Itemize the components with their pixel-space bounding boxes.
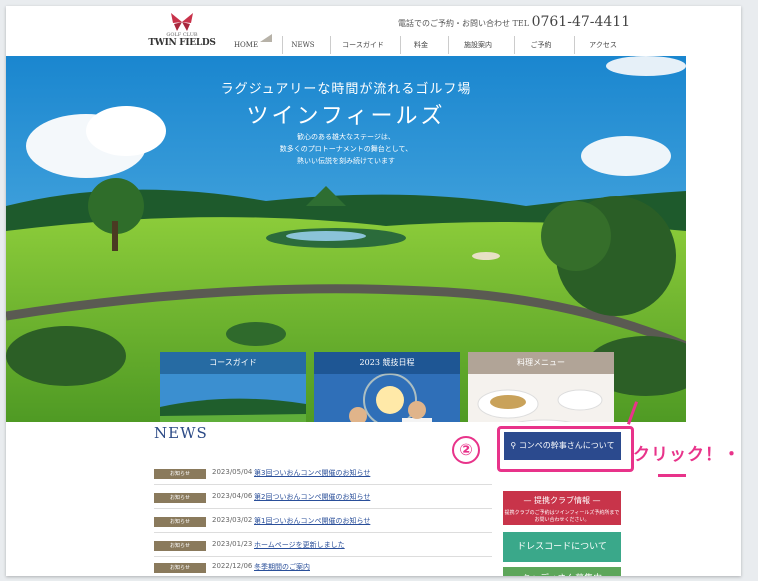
nav-course-guide[interactable]: コースガイド — [330, 36, 395, 54]
news-heading: NEWS — [154, 424, 208, 442]
news-date: 2023/05/04 — [212, 468, 253, 476]
nav-news[interactable]: NEWS — [282, 36, 323, 54]
annotation-underline — [658, 474, 686, 477]
news-tag: お知らせ — [154, 541, 206, 551]
click-annotation: クリック！・ — [633, 445, 741, 465]
card-menu[interactable]: 料理メニュー — [468, 352, 614, 422]
news-date: 2022/12/06 — [212, 562, 253, 570]
compe-organizer-button[interactable]: ⚲ コンペの幹事さんについて — [504, 432, 621, 460]
news-link[interactable]: 冬季期間のご案内 — [254, 562, 310, 572]
hero-tagline: ラグジュアリーな時間が流れるゴルフ場 — [220, 82, 472, 97]
partner-club-button[interactable]: — 提携クラブ情報 — 提携クラブのご予約はツインフィールズ予約所までお問い合わ… — [503, 491, 621, 525]
news-item[interactable]: お知らせ 2023/05/04 第3回ついおんコンペ開催のお知らせ — [154, 464, 492, 485]
card-course-guide-title: コースガイド — [160, 352, 306, 374]
news-tag: お知らせ — [154, 493, 206, 503]
news-link[interactable]: ホームページを更新しました — [254, 540, 345, 550]
card-schedule-title: 2023 競技日程 — [314, 352, 460, 374]
news-item[interactable]: お知らせ 2023/03/02 第1回ついおんコンペ開催のお知らせ — [154, 512, 492, 533]
news-link[interactable]: 第2回ついおんコンペ開催のお知らせ — [254, 492, 370, 502]
nav-facilities[interactable]: 施設案内 — [448, 36, 507, 54]
logo-name: TWIN FIELDS — [148, 38, 216, 48]
hero-title: ツインフィールズ — [246, 104, 446, 129]
partner-club-heading: — 提携クラブ情報 — — [523, 496, 601, 505]
news-date: 2023/04/06 — [212, 492, 253, 500]
card-course-guide[interactable]: コースガイド — [160, 352, 306, 422]
partner-club-note: 提携クラブのご予約はツインフィールズ予約所までお問い合わせください。 — [504, 510, 620, 523]
butterfly-logo-icon — [171, 13, 193, 31]
browser-page: GOLF CLUB TWIN FIELDS 電話でのご予約・お問い合わせ TEL… — [6, 6, 741, 576]
compe-button-label: コンペの幹事さんについて — [518, 441, 615, 450]
tel-label: 電話でのご予約・お問い合わせ TEL — [398, 19, 530, 28]
news-tag: お知らせ — [154, 563, 206, 573]
card-menu-title: 料理メニュー — [468, 352, 614, 374]
card-schedule[interactable]: 2023 競技日程 — [314, 352, 460, 422]
news-link[interactable]: 第1回ついおんコンペ開催のお知らせ — [254, 516, 370, 526]
caddie-recruit-button[interactable]: キャディさん募集中 — [503, 567, 621, 576]
news-tag: お知らせ — [154, 517, 206, 527]
news-item[interactable]: お知らせ 2023/01/23 ホームページを更新しました — [154, 536, 492, 557]
hero-desc-line-2: 数多くのプロトーナメントの舞台として、 — [279, 145, 413, 153]
nav-reservation[interactable]: ご予約 — [514, 36, 567, 54]
tel-number[interactable]: 0761-47-4411 — [532, 14, 631, 30]
phone-contact: 電話でのご予約・お問い合わせ TEL 0761-47-4411 — [398, 14, 630, 30]
main-nav: HOME NEWS コースガイド 料金 施設案内 ご予約 アクセス — [226, 34, 636, 54]
compe-organizer-button-highlight[interactable]: ⚲ コンペの幹事さんについて — [497, 426, 634, 472]
news-date: 2023/01/23 — [212, 540, 253, 548]
hero-desc-line-1: 歓心のある雄大なステージは、 — [297, 133, 395, 141]
news-date: 2023/03/02 — [212, 516, 253, 524]
nav-access[interactable]: アクセス — [574, 36, 631, 54]
dress-code-button[interactable]: ドレスコードについて — [503, 532, 621, 562]
nav-price[interactable]: 料金 — [400, 36, 441, 54]
pin-icon: ⚲ — [510, 441, 519, 450]
nav-marker-icon — [260, 34, 272, 42]
news-item[interactable]: お知らせ 2023/04/06 第2回ついおんコンペ開催のお知らせ — [154, 488, 492, 509]
step-number-badge: ② — [452, 436, 480, 464]
site-logo[interactable]: GOLF CLUB TWIN FIELDS — [142, 12, 222, 50]
news-item[interactable]: お知らせ 2022/12/06 冬季期間のご案内 — [154, 558, 492, 576]
news-link[interactable]: 第3回ついおんコンペ開催のお知らせ — [254, 468, 370, 478]
hero-banner: ラグジュアリーな時間が流れるゴルフ場 ツインフィールズ 歓心のある雄大なステージ… — [6, 56, 686, 422]
hero-desc-line-3: 熱いい伝説を刻み続けています — [297, 157, 395, 165]
news-tag: お知らせ — [154, 469, 206, 479]
